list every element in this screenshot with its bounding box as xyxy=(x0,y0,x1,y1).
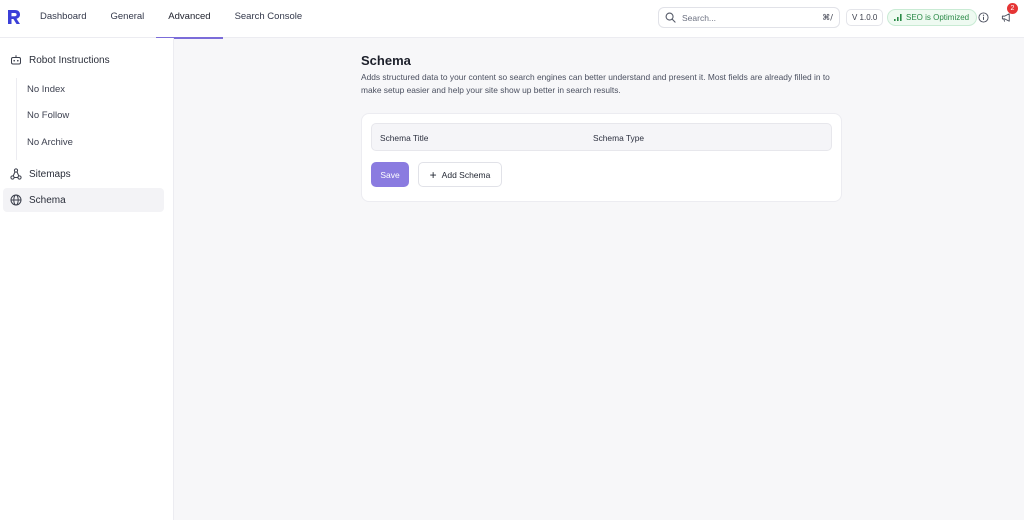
version-badge: V 1.0.0 xyxy=(846,9,884,26)
sidebar-item-sitemaps[interactable]: Sitemaps xyxy=(3,162,164,186)
tab-general[interactable]: General xyxy=(98,0,156,38)
sidebar-subitem-no-index[interactable]: No Index xyxy=(27,84,65,95)
logo-icon[interactable] xyxy=(6,9,22,25)
sidebar-item-label: Sitemaps xyxy=(29,168,71,180)
sidebar-item-label: Robot Instructions xyxy=(29,54,110,66)
add-schema-label: Add Schema xyxy=(441,169,491,180)
column-header-schema-type: Schema Type xyxy=(593,133,645,143)
page-title: Schema xyxy=(361,53,411,68)
sidebar-item-label: Schema xyxy=(29,194,66,206)
notification-count-badge: 2 xyxy=(1007,3,1018,14)
robot-icon xyxy=(11,55,21,65)
globe-icon xyxy=(10,194,22,206)
save-button[interactable]: Save xyxy=(371,162,409,187)
schema-card: Schema Title Schema Type Save + Add Sche… xyxy=(361,113,842,202)
info-icon[interactable] xyxy=(978,12,989,23)
top-bar: Dashboard General Advanced Search Consol… xyxy=(0,0,1024,39)
sidebar-item-robot-instructions[interactable]: Robot Instructions xyxy=(3,48,164,72)
sidebar: Robot Instructions No Index No Follow No… xyxy=(0,38,174,520)
add-schema-button[interactable]: + Add Schema xyxy=(418,162,502,187)
sidebar-subitem-no-follow[interactable]: No Follow xyxy=(27,110,69,121)
tab-advanced[interactable]: Advanced xyxy=(156,0,223,39)
seo-status-label: SEO is Optimized xyxy=(906,13,970,22)
tab-search-console[interactable]: Search Console xyxy=(223,0,315,38)
page-description: Adds structured data to your content so … xyxy=(361,72,830,95)
seo-status-badge[interactable]: SEO is Optimized xyxy=(887,9,978,26)
tab-dashboard[interactable]: Dashboard xyxy=(28,0,98,38)
sidebar-sub-divider xyxy=(16,78,17,160)
column-header-schema-title: Schema Title xyxy=(380,133,429,143)
search-shortcut: ⌘/ xyxy=(822,13,833,22)
search-icon xyxy=(665,12,676,23)
plus-icon: + xyxy=(429,167,437,182)
main-nav: Dashboard General Advanced Search Consol… xyxy=(28,0,315,39)
search-box[interactable]: ⌘/ xyxy=(658,7,840,28)
signal-bars-icon xyxy=(894,14,902,21)
schema-table-header: Schema Title Schema Type xyxy=(371,123,832,151)
search-input[interactable] xyxy=(682,12,823,23)
sidebar-item-schema[interactable]: Schema xyxy=(3,188,164,212)
sidebar-subitem-no-archive[interactable]: No Archive xyxy=(27,137,73,148)
sitemap-icon xyxy=(10,168,22,180)
